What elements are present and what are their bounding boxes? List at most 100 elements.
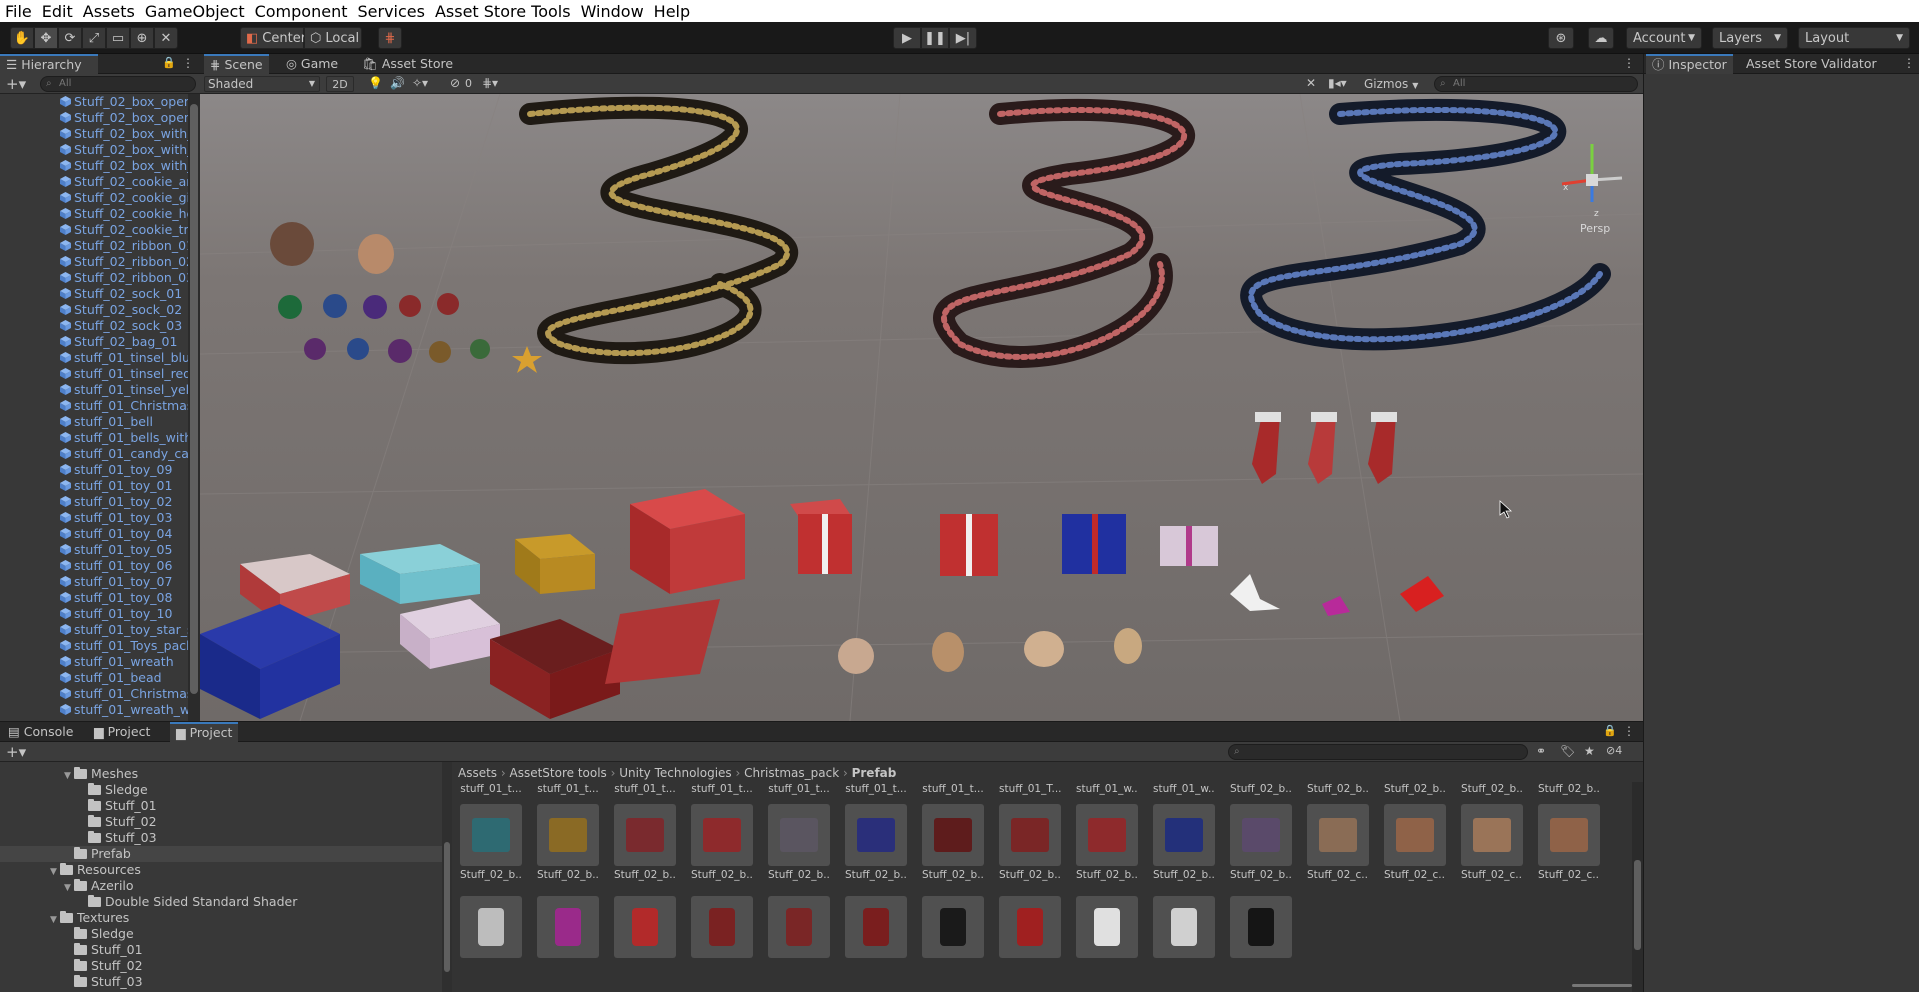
- grid-snap-button[interactable]: ⋕: [378, 27, 402, 49]
- create-icon[interactable]: +▾: [6, 743, 26, 761]
- lock-icon[interactable]: 🔒: [162, 56, 176, 69]
- space-toggle[interactable]: ⬡ Local: [304, 27, 362, 49]
- thumbnail-size-slider[interactable]: [1572, 984, 1632, 987]
- asset-thumbnail[interactable]: [460, 804, 522, 866]
- pivot-toggle[interactable]: ◧ Center: [240, 27, 306, 49]
- project-folder-item[interactable]: Stuff_02: [0, 814, 442, 830]
- hidden-packages-toggle[interactable]: ⊘4: [1606, 744, 1622, 757]
- add-icon[interactable]: +▾: [6, 75, 26, 93]
- asset-thumbnail[interactable]: [1384, 804, 1446, 866]
- menu-file[interactable]: File: [0, 2, 37, 21]
- tools-icon[interactable]: ✕: [1306, 76, 1316, 90]
- asset-thumbnail[interactable]: [1153, 804, 1215, 866]
- project-search-input[interactable]: ⌕: [1228, 744, 1528, 760]
- breadcrumb-item[interactable]: Unity Technologies: [619, 766, 731, 780]
- tab-hierarchy[interactable]: ☰ Hierarchy: [0, 54, 98, 74]
- more-options-icon[interactable]: ⋮: [182, 56, 194, 70]
- scale-tool-button[interactable]: ⤢: [82, 27, 106, 49]
- menu-help[interactable]: Help: [649, 2, 695, 21]
- hierarchy-item[interactable]: Stuff_02_bag_01: [0, 334, 188, 350]
- menu-component[interactable]: Component: [250, 2, 353, 21]
- play-button[interactable]: ▶: [893, 27, 921, 49]
- asset-thumbnail[interactable]: [845, 804, 907, 866]
- foldout-arrow-icon[interactable]: ▼: [50, 912, 60, 926]
- light-icon[interactable]: 💡: [368, 76, 383, 90]
- asset-thumbnail[interactable]: [1076, 804, 1138, 866]
- project-folder-item[interactable]: ▼ Resources: [0, 862, 442, 878]
- hierarchy-item[interactable]: Stuff_02_box_open_: [0, 110, 188, 126]
- hierarchy-item[interactable]: stuff_01_bells_with_: [0, 430, 188, 446]
- hierarchy-item[interactable]: Stuff_02_ribbon_01: [0, 238, 188, 254]
- audio-icon[interactable]: 🔊: [390, 76, 405, 90]
- foldout-arrow-icon[interactable]: ▼: [64, 880, 74, 894]
- tab-console[interactable]: ▤ Console: [2, 722, 79, 742]
- asset-thumbnail[interactable]: [1230, 896, 1292, 958]
- hierarchy-item[interactable]: stuff_01_toy_04: [0, 526, 188, 542]
- hierarchy-item[interactable]: stuff_01_wreath: [0, 654, 188, 670]
- hierarchy-item[interactable]: stuff_01_toy_09: [0, 462, 188, 478]
- label-icon[interactable]: 🏷: [1560, 744, 1575, 758]
- hierarchy-item[interactable]: stuff_01_wreath_wit: [0, 702, 188, 718]
- move-tool-button[interactable]: ✥: [34, 27, 58, 49]
- hand-tool-button[interactable]: ✋: [10, 27, 34, 49]
- menu-edit[interactable]: Edit: [37, 2, 78, 21]
- hierarchy-item[interactable]: stuff_01_toy_02: [0, 494, 188, 510]
- asset-thumbnail[interactable]: [537, 804, 599, 866]
- scene-viewport[interactable]: x z Persp: [200, 94, 1643, 721]
- asset-thumbnail[interactable]: [691, 896, 753, 958]
- hierarchy-item[interactable]: stuff_01_tinsel_yello: [0, 382, 188, 398]
- project-folder-item[interactable]: Double Sided Standard Shader: [0, 894, 442, 910]
- hierarchy-item[interactable]: Stuff_02_sock_01: [0, 286, 188, 302]
- asset-thumbnail[interactable]: [922, 896, 984, 958]
- project-folder-item[interactable]: ▼ Meshes: [0, 766, 442, 782]
- breadcrumb-item[interactable]: AssetStore tools: [510, 766, 607, 780]
- project-folder-item[interactable]: Sledge: [0, 926, 442, 942]
- more-options-icon[interactable]: ⋮: [1623, 724, 1635, 738]
- step-button[interactable]: ▶|: [949, 27, 977, 49]
- tab-inspector[interactable]: ⓘ Inspector: [1646, 54, 1733, 74]
- lock-icon[interactable]: 🔒: [1603, 724, 1617, 737]
- hierarchy-item[interactable]: Stuff_02_cookie_an: [0, 174, 188, 190]
- tab-asset-store[interactable]: 🛍 Asset Store: [356, 54, 459, 74]
- hierarchy-item[interactable]: Stuff_02_box_with_: [0, 126, 188, 142]
- project-folder-item[interactable]: ▼ Textures: [0, 910, 442, 926]
- more-options-icon[interactable]: ⋮: [1623, 56, 1635, 70]
- toggle-2d-button[interactable]: 2D: [326, 76, 354, 92]
- breadcrumb-item[interactable]: Assets: [458, 766, 497, 780]
- hierarchy-search-input[interactable]: ⌕ All: [40, 76, 196, 92]
- shading-mode-dropdown[interactable]: Shaded ▼: [204, 76, 320, 92]
- hierarchy-item[interactable]: stuff_01_Christmas_: [0, 398, 188, 414]
- asset-thumbnail[interactable]: [1538, 804, 1600, 866]
- hierarchy-item[interactable]: stuff_01_toy_07: [0, 574, 188, 590]
- menu-window[interactable]: Window: [576, 2, 649, 21]
- foldout-arrow-icon[interactable]: ▼: [64, 768, 74, 782]
- asset-thumbnail[interactable]: [537, 896, 599, 958]
- cloud-button[interactable]: ☁: [1588, 27, 1614, 49]
- project-folder-item[interactable]: Stuff_01: [0, 798, 442, 814]
- asset-thumbnail[interactable]: [1076, 896, 1138, 958]
- hierarchy-item[interactable]: stuff_01_toy_star_sn: [0, 622, 188, 638]
- hierarchy-item[interactable]: stuff_01_tinsel_red: [0, 366, 188, 382]
- asset-thumbnail[interactable]: [1230, 804, 1292, 866]
- hierarchy-item[interactable]: stuff_01_tinsel_blue: [0, 350, 188, 366]
- rotate-tool-button[interactable]: ⟳: [58, 27, 82, 49]
- hierarchy-item[interactable]: Stuff_02_box_with_: [0, 142, 188, 158]
- hierarchy-item[interactable]: stuff_01_Toys_pack: [0, 638, 188, 654]
- grid-scrollbar[interactable]: [1632, 782, 1643, 992]
- pause-button[interactable]: ❚❚: [921, 27, 949, 49]
- filter-type-icon[interactable]: ⚭: [1536, 744, 1546, 758]
- rect-tool-button[interactable]: ▭: [106, 27, 130, 49]
- project-folder-item[interactable]: Stuff_02: [0, 958, 442, 974]
- foldout-arrow-icon[interactable]: ▼: [50, 864, 60, 878]
- tree-scrollbar[interactable]: [442, 762, 452, 992]
- project-folder-item[interactable]: Stuff_03: [0, 974, 442, 990]
- hierarchy-item[interactable]: Stuff_02_cookie_he: [0, 206, 188, 222]
- hierarchy-item[interactable]: stuff_01_bead: [0, 670, 188, 686]
- asset-thumbnail[interactable]: [999, 896, 1061, 958]
- hierarchy-scrollbar[interactable]: [188, 94, 200, 721]
- hierarchy-item[interactable]: Stuff_02_ribbon_02: [0, 254, 188, 270]
- hierarchy-item[interactable]: Stuff_02_sock_02: [0, 302, 188, 318]
- menu-asset-store-tools[interactable]: Asset Store Tools: [430, 2, 576, 21]
- hierarchy-item[interactable]: stuff_01_toy_01: [0, 478, 188, 494]
- asset-thumbnail[interactable]: [922, 804, 984, 866]
